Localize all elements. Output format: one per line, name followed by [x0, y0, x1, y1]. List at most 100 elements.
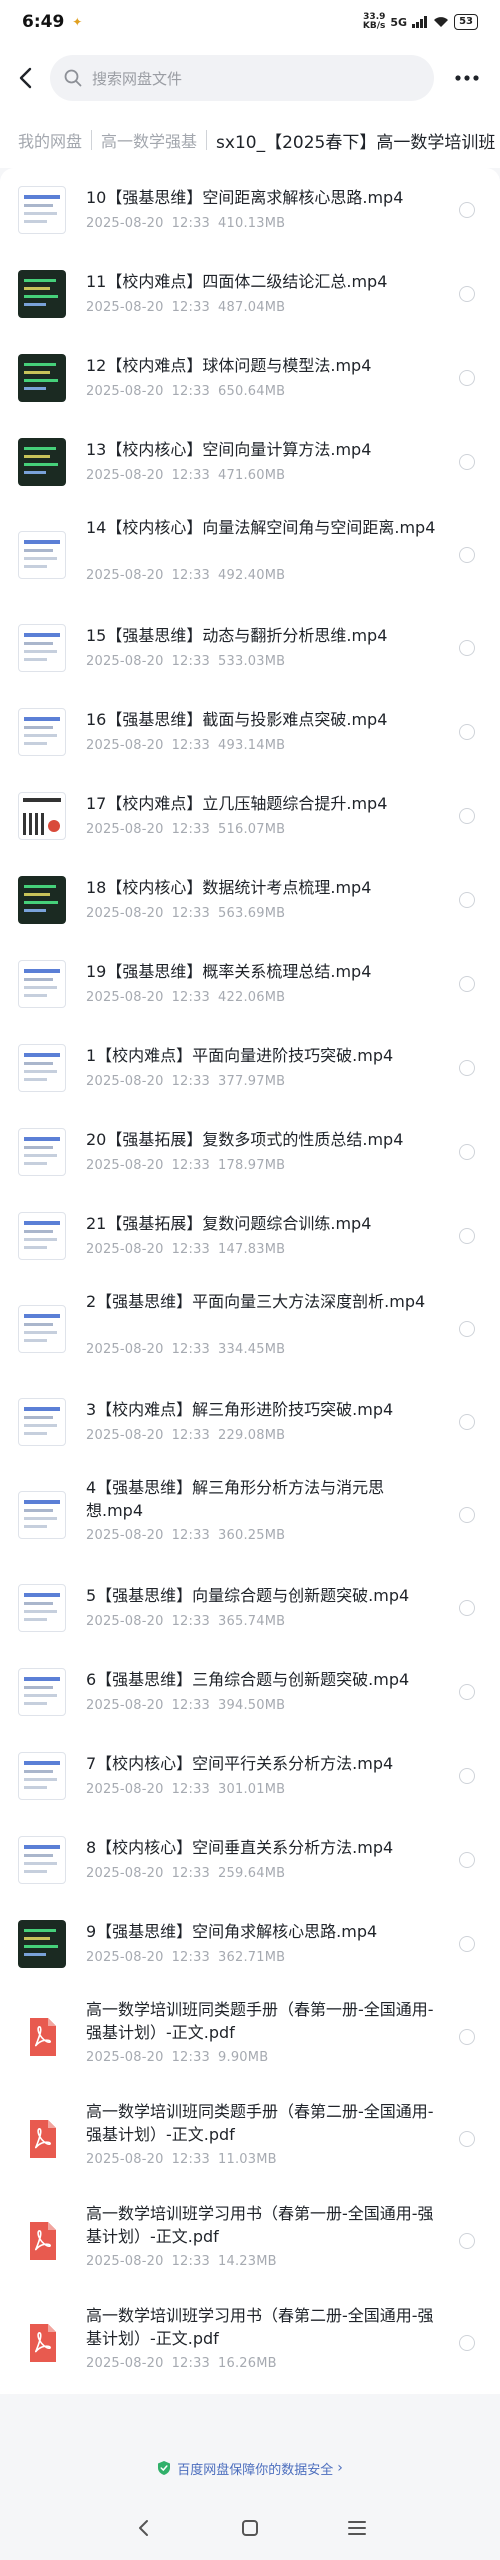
- select-radio[interactable]: [459, 2131, 475, 2147]
- file-row[interactable]: 14【校内核心】向量法解空间角与空间距离.mp4 2025-08-20 12:33 4…: [0, 504, 500, 606]
- security-footer[interactable]: 百度网盘保障你的数据安全 ›: [0, 2440, 500, 2496]
- more-button[interactable]: [434, 44, 500, 112]
- file-time: 12:33: [171, 1782, 211, 1797]
- video-thumbnail: [18, 1491, 66, 1539]
- file-row[interactable]: 3【校内难点】解三角形进阶技巧突破.mp4 2025-08-20 12:33 229.…: [0, 1380, 500, 1464]
- select-radio[interactable]: [459, 1321, 475, 1337]
- select-radio[interactable]: [459, 808, 475, 824]
- file-name: 14【校内核心】向量法解空间角与空间距离.mp4: [86, 518, 436, 537]
- file-name: 10【强基思维】空间距离求解核心思路.mp4: [86, 188, 404, 207]
- file-meta: 2025-08-20 12:33 410.13MB: [86, 216, 285, 231]
- file-meta: 2025-08-20 12:33 14.23MB: [86, 2254, 277, 2269]
- more-icon: [455, 75, 479, 81]
- select-radio[interactable]: [459, 1144, 475, 1160]
- select-radio[interactable]: [459, 724, 475, 740]
- file-row[interactable]: 4【强基思维】解三角形分析方法与消元思想.mp4 2025-08-20 12:33 3…: [0, 1464, 500, 1566]
- file-name: 7【校内核心】空间平行关系分析方法.mp4: [86, 1754, 394, 1773]
- file-row[interactable]: 高一数学培训班同类题手册（春第二册-全国通用-强基计划）-正文.pdf 2025-…: [0, 2088, 500, 2190]
- breadcrumb-item-folder[interactable]: 高一数学强基: [101, 128, 197, 152]
- file-name: 高一数学培训班学习用书（春第一册-全国通用-强基计划）-正文.pdf: [86, 2204, 434, 2246]
- select-radio[interactable]: [459, 286, 475, 302]
- select-radio[interactable]: [459, 1228, 475, 1244]
- file-row[interactable]: 13【校内核心】空间向量计算方法.mp4 2025-08-20 12:33 471.6…: [0, 420, 500, 504]
- file-time: 12:33: [171, 1074, 211, 1089]
- select-radio[interactable]: [459, 547, 475, 563]
- file-time: 12:33: [171, 1528, 211, 1543]
- file-date: 2025-08-20: [86, 2050, 164, 2065]
- file-row[interactable]: 21【强基拓展】复数问题综合训练.mp4 2025-08-20 12:33 147.8…: [0, 1194, 500, 1278]
- file-row[interactable]: 2【强基思维】平面向量三大方法深度剖析.mp4 2025-08-20 12:33 33…: [0, 1278, 500, 1380]
- select-radio[interactable]: [459, 892, 475, 908]
- select-radio[interactable]: [459, 1600, 475, 1616]
- nav-back-button[interactable]: [123, 2508, 163, 2548]
- file-row[interactable]: 18【校内核心】数据统计考点梳理.mp4 2025-08-20 12:33 563.6…: [0, 858, 500, 942]
- file-row[interactable]: 12【校内难点】球体问题与模型法.mp4 2025-08-20 12:33 650.6…: [0, 336, 500, 420]
- select-radio[interactable]: [459, 1060, 475, 1076]
- file-row[interactable]: 20【强基拓展】复数多项式的性质总结.mp4 2025-08-20 12:33 178…: [0, 1110, 500, 1194]
- select-radio[interactable]: [459, 2335, 475, 2351]
- file-time: 12:33: [171, 1698, 211, 1713]
- file-size: 410.13MB: [218, 216, 286, 231]
- video-thumbnail: [18, 531, 66, 579]
- video-thumbnail: [18, 876, 66, 924]
- file-size: 563.69MB: [218, 906, 286, 921]
- select-radio[interactable]: [459, 640, 475, 656]
- breadcrumb-item-root[interactable]: 我的网盘: [18, 128, 82, 152]
- select-radio[interactable]: [459, 2029, 475, 2045]
- select-radio[interactable]: [459, 1414, 475, 1430]
- file-row[interactable]: 高一数学培训班同类题手册（春第一册-全国通用-强基计划）-正文.pdf 2025-…: [0, 1986, 500, 2088]
- file-name: 2【强基思维】平面向量三大方法深度剖析.mp4: [86, 1292, 426, 1311]
- pdf-file-icon: [18, 2013, 66, 2061]
- file-date: 2025-08-20: [86, 1614, 164, 1629]
- search-icon: [64, 69, 82, 87]
- back-button[interactable]: [0, 44, 50, 112]
- file-row[interactable]: 11【校内难点】四面体二级结论汇总.mp4 2025-08-20 12:33 487.…: [0, 252, 500, 336]
- file-time: 12:33: [171, 1158, 211, 1173]
- file-row[interactable]: 高一数学培训班学习用书（春第一册-全国通用-强基计划）-正文.pdf 2025-0…: [0, 2190, 500, 2292]
- file-name: 21【强基拓展】复数问题综合训练.mp4: [86, 1214, 372, 1233]
- file-date: 2025-08-20: [86, 1950, 164, 1965]
- file-row[interactable]: 7【校内核心】空间平行关系分析方法.mp4 2025-08-20 12:33 301.…: [0, 1734, 500, 1818]
- select-radio[interactable]: [459, 370, 475, 386]
- select-radio[interactable]: [459, 1507, 475, 1523]
- select-radio[interactable]: [459, 976, 475, 992]
- file-time: 12:33: [171, 2254, 211, 2269]
- select-radio[interactable]: [459, 1684, 475, 1700]
- file-date: 2025-08-20: [86, 654, 164, 669]
- pdf-file-icon: [18, 2217, 66, 2265]
- file-time: 12:33: [171, 654, 211, 669]
- file-date: 2025-08-20: [86, 1528, 164, 1543]
- file-row[interactable]: 1【校内难点】平面向量进阶技巧突破.mp4 2025-08-20 12:33 377.…: [0, 1026, 500, 1110]
- file-date: 2025-08-20: [86, 822, 164, 837]
- file-size: 362.71MB: [218, 1950, 286, 1965]
- file-date: 2025-08-20: [86, 568, 164, 583]
- file-row[interactable]: 19【强基思维】概率关系梳理总结.mp4 2025-08-20 12:33 422.0…: [0, 942, 500, 1026]
- select-radio[interactable]: [459, 1768, 475, 1784]
- file-row[interactable]: 10【强基思维】空间距离求解核心思路.mp4 2025-08-20 12:33 410…: [0, 168, 500, 252]
- file-row[interactable]: 16【强基思维】截面与投影难点突破.mp4 2025-08-20 12:33 493.…: [0, 690, 500, 774]
- file-time: 12:33: [171, 1866, 211, 1881]
- file-size: 11.03MB: [218, 2152, 277, 2167]
- file-row[interactable]: 6【强基思维】三角综合题与创新题突破.mp4 2025-08-20 12:33 394…: [0, 1650, 500, 1734]
- search-input[interactable]: 搜索网盘文件: [50, 55, 434, 101]
- file-date: 2025-08-20: [86, 738, 164, 753]
- nav-home-button[interactable]: [230, 2508, 270, 2548]
- select-radio[interactable]: [459, 1852, 475, 1868]
- select-radio[interactable]: [459, 202, 475, 218]
- select-radio[interactable]: [459, 454, 475, 470]
- nav-back-icon: [139, 2520, 149, 2536]
- video-thumbnail: [18, 1398, 66, 1446]
- select-radio[interactable]: [459, 1936, 475, 1952]
- file-meta: 2025-08-20 12:33 533.03MB: [86, 654, 285, 669]
- file-row[interactable]: 5【强基思维】向量综合题与创新题突破.mp4 2025-08-20 12:33 365…: [0, 1566, 500, 1650]
- file-row[interactable]: 15【强基思维】动态与翻折分析思维.mp4 2025-08-20 12:33 533.…: [0, 606, 500, 690]
- file-row[interactable]: 高一数学培训班学习用书（春第二册-全国通用-强基计划）-正文.pdf 2025-0…: [0, 2292, 500, 2394]
- file-row[interactable]: 9【强基思维】空间角求解核心思路.mp4 2025-08-20 12:33 362.7…: [0, 1902, 500, 1986]
- file-row[interactable]: 8【校内核心】空间垂直关系分析方法.mp4 2025-08-20 12:33 259.…: [0, 1818, 500, 1902]
- file-date: 2025-08-20: [86, 384, 164, 399]
- file-meta: 2025-08-20 12:33 471.60MB: [86, 468, 285, 483]
- select-radio[interactable]: [459, 2233, 475, 2249]
- file-name: 12【校内难点】球体问题与模型法.mp4: [86, 356, 372, 375]
- nav-menu-button[interactable]: [337, 2508, 377, 2548]
- file-row[interactable]: 17【校内难点】立几压轴题综合提升.mp4 2025-08-20 12:33 516.…: [0, 774, 500, 858]
